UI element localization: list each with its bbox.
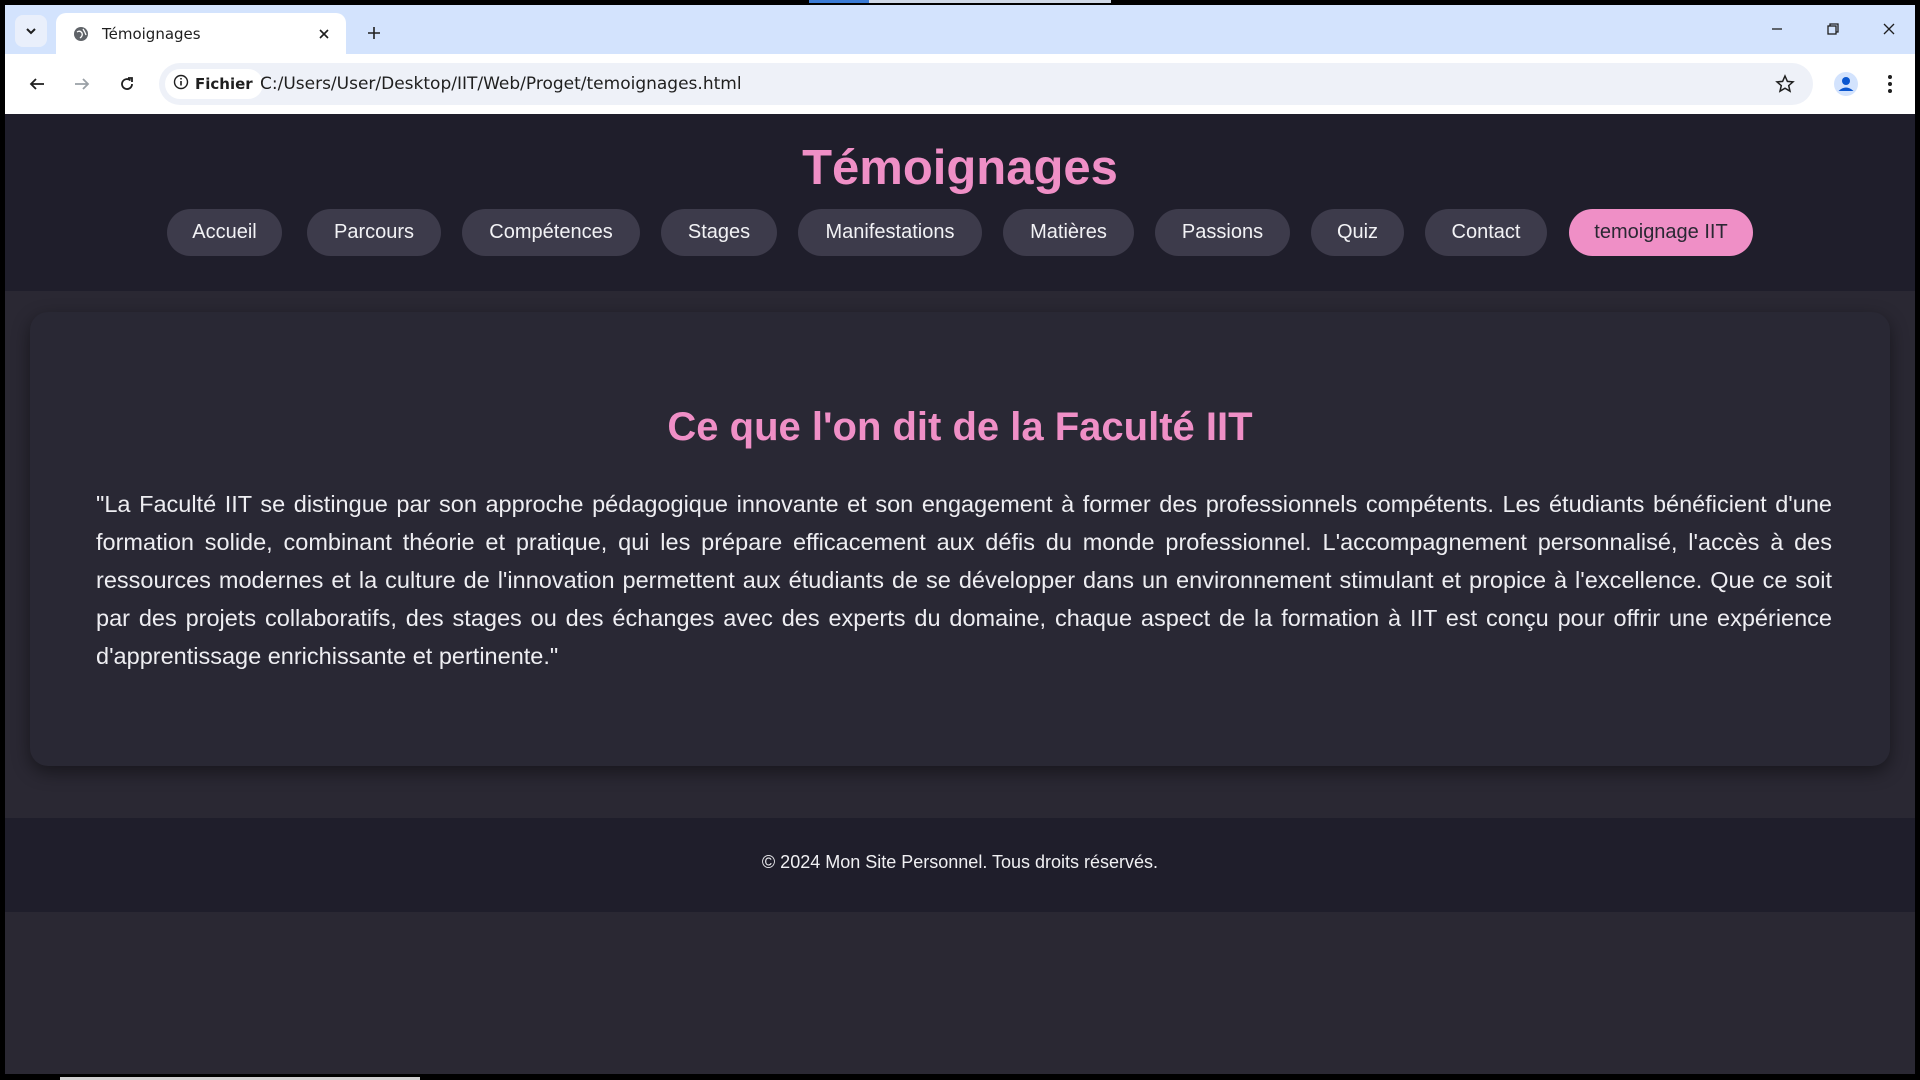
nav-item-temoignage-iit[interactable]: temoignage IIT — [1569, 209, 1753, 256]
tab-strip: Témoignages — [5, 5, 1915, 54]
top-edge-highlight — [809, 0, 869, 3]
nav-item-stages[interactable]: Stages — [661, 209, 777, 256]
chip-label: Fichier — [195, 75, 253, 93]
plus-icon[interactable] — [360, 19, 388, 47]
tab-search-icon[interactable] — [15, 15, 47, 47]
testimonial-card: Ce que l'on dit de la Faculté IIT "La Fa… — [30, 312, 1890, 766]
url-text[interactable]: C:/Users/User/Desktop/IIT/Web/Proget/tem… — [260, 74, 742, 94]
browser-toolbar: Fichier C:/Users/User/Desktop/IIT/Web/Pr… — [5, 54, 1915, 114]
back-arrow-icon[interactable] — [22, 69, 52, 99]
close-window-icon[interactable] — [1869, 14, 1909, 44]
screen: Témoignages Fichier C:/Users/User/Deskto… — [5, 5, 1915, 1074]
globe-icon — [72, 25, 90, 43]
star-icon[interactable] — [1773, 72, 1797, 96]
info-icon — [173, 74, 189, 95]
testimonial-quote: "La Faculté IIT se distingue par son app… — [96, 491, 1832, 669]
kebab-menu-icon[interactable] — [1875, 69, 1905, 99]
web-page: Témoignages Accueil Parcours Compétences… — [5, 114, 1915, 1074]
site-info-chip[interactable]: Fichier — [165, 69, 263, 99]
footer-text: © 2024 Mon Site Personnel. Tous droits r… — [761, 852, 1159, 872]
site-footer: © 2024 Mon Site Personnel. Tous droits r… — [5, 818, 1915, 912]
nav-item-matieres[interactable]: Matières — [1003, 209, 1134, 256]
reload-icon[interactable] — [112, 69, 142, 99]
main-nav: Accueil Parcours Compétences Stages Mani… — [5, 209, 1915, 256]
minimize-icon[interactable] — [1757, 14, 1797, 44]
nav-item-parcours[interactable]: Parcours — [307, 209, 441, 256]
browser-tab[interactable]: Témoignages — [56, 13, 346, 54]
site-title: Témoignages — [802, 141, 1118, 195]
profile-icon[interactable] — [1831, 69, 1861, 99]
tab-title: Témoignages — [102, 24, 201, 43]
site-header: Témoignages Accueil Parcours Compétences… — [5, 114, 1915, 291]
nav-item-quiz[interactable]: Quiz — [1311, 209, 1404, 256]
address-bar[interactable]: Fichier C:/Users/User/Desktop/IIT/Web/Pr… — [159, 63, 1813, 105]
forward-arrow-icon[interactable] — [67, 69, 97, 99]
restore-icon[interactable] — [1813, 14, 1853, 44]
top-edge-bar — [869, 0, 1111, 3]
close-icon[interactable] — [312, 22, 336, 46]
nav-item-passions[interactable]: Passions — [1155, 209, 1290, 256]
nav-item-contact[interactable]: Contact — [1425, 209, 1547, 256]
nav-item-manifestations[interactable]: Manifestations — [798, 209, 982, 256]
nav-item-accueil[interactable]: Accueil — [167, 209, 282, 256]
section-title: Ce que l'on dit de la Faculté IIT — [667, 405, 1253, 449]
nav-item-competences[interactable]: Compétences — [462, 209, 640, 256]
